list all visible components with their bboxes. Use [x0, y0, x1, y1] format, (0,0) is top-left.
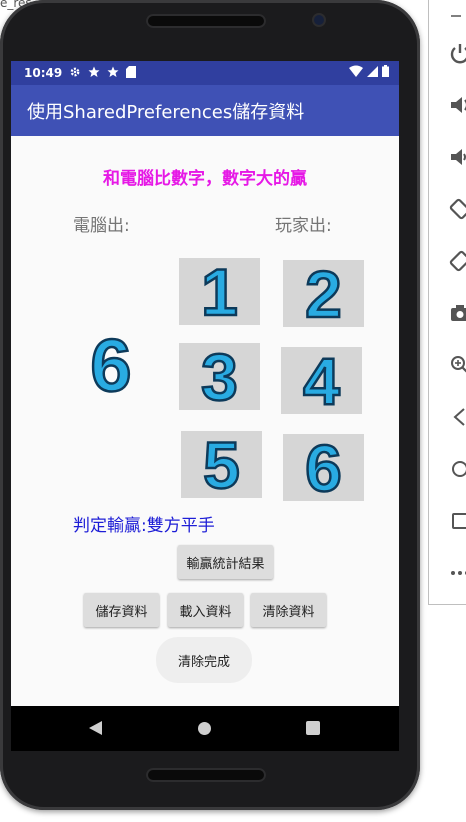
option-tile-4[interactable]: 4 [281, 346, 362, 415]
app-bar: 使用SharedPreferences儲存資料 [11, 85, 399, 136]
home-icon[interactable] [449, 458, 466, 480]
nav-recents-icon[interactable] [306, 721, 320, 735]
phone-frame: 10:49 使用SharedPreferences儲存資料 和電腦比數字，數字大… [0, 0, 420, 810]
wifi-icon [349, 65, 363, 80]
load-button[interactable]: 載入資料 [168, 593, 243, 627]
player-label: 玩家出: [275, 216, 332, 236]
status-bar: 10:49 [11, 61, 399, 85]
option-tile-1[interactable]: 1 [179, 257, 260, 326]
zoom-icon[interactable] [449, 354, 466, 376]
volume-down-icon[interactable] [449, 146, 466, 168]
rotate-left-icon[interactable] [449, 198, 466, 220]
rotate-right-icon[interactable] [449, 250, 466, 272]
app-title: 使用SharedPreferences儲存資料 [27, 101, 305, 123]
nav-home-icon[interactable] [198, 722, 211, 735]
signal-icon [367, 65, 378, 80]
save-button[interactable]: 儲存資料 [84, 593, 159, 627]
clear-done-toast: 清除完成 [156, 637, 252, 683]
nav-bar [11, 706, 399, 751]
computer-choice-digit: 6 [89, 323, 133, 409]
volume-up-icon[interactable] [449, 94, 466, 116]
gear-icon [69, 66, 81, 81]
more-icon[interactable] [449, 562, 466, 584]
result-text: 判定輸贏:雙方平手 [73, 516, 215, 536]
device-screen: 10:49 使用SharedPreferences儲存資料 和電腦比數字，數字大… [11, 61, 399, 751]
option-tile-2[interactable]: 2 [283, 259, 364, 328]
star-icon [88, 66, 100, 81]
camera-icon[interactable] [449, 302, 466, 324]
overview-icon[interactable] [449, 510, 466, 532]
game-headline: 和電腦比數字，數字大的贏 [103, 169, 307, 189]
status-time: 10:49 [24, 66, 63, 80]
top-speaker [146, 14, 266, 28]
option-tile-3[interactable]: 3 [179, 342, 260, 411]
computer-label: 電腦出: [73, 216, 130, 236]
emulator-toolbar [428, 0, 466, 605]
back-icon[interactable] [449, 406, 466, 428]
power-icon[interactable] [449, 42, 466, 64]
front-camera [314, 15, 324, 25]
sd-card-icon [126, 65, 137, 81]
option-tile-6[interactable]: 6 [283, 433, 364, 502]
minimize-icon[interactable] [449, 2, 466, 24]
option-tile-5[interactable]: 5 [181, 430, 262, 499]
bottom-speaker [146, 768, 266, 782]
stats-button[interactable]: 輸贏統計結果 [178, 545, 273, 579]
battery-icon [382, 65, 389, 80]
nav-back-icon[interactable] [89, 721, 102, 735]
clear-button[interactable]: 清除資料 [251, 593, 326, 627]
star-icon [107, 66, 119, 81]
